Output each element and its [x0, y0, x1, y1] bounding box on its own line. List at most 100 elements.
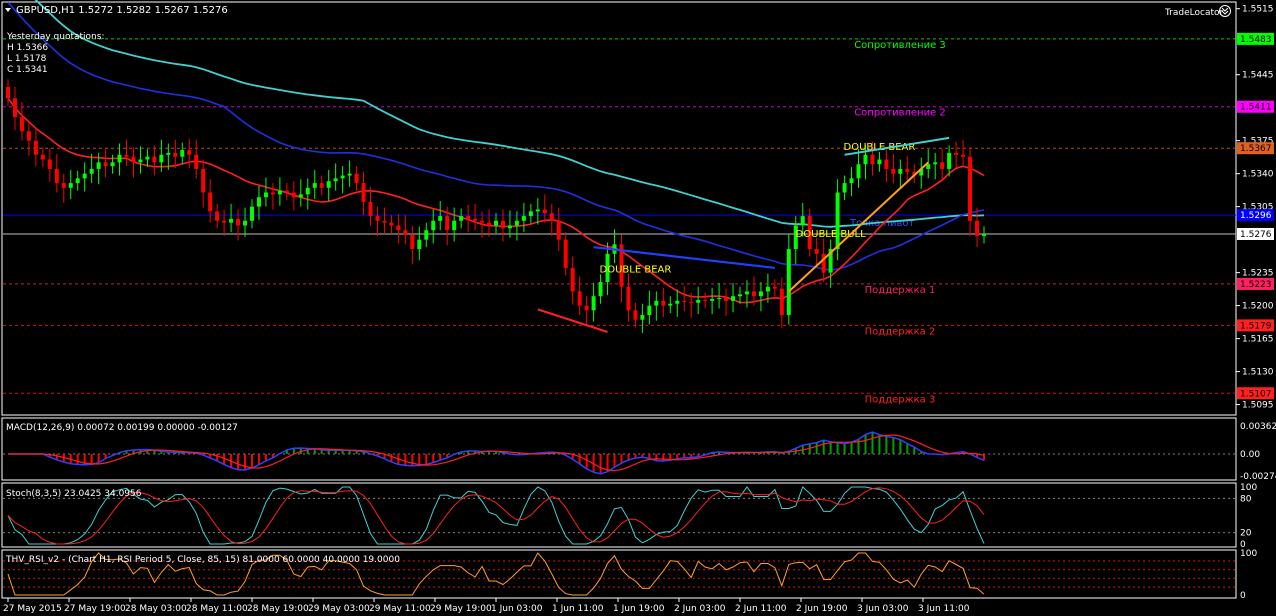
candle-body: [173, 152, 178, 157]
candle-body: [863, 154, 868, 165]
candle-body: [145, 156, 150, 160]
candle-body: [452, 220, 457, 231]
stoch-title: Stoch(8,3,5) 23.0425 34.0956: [6, 489, 142, 499]
candle-body: [26, 131, 31, 141]
candle-body: [361, 183, 366, 202]
candle-body: [466, 216, 471, 219]
price-tick-label: 1.5235: [1242, 269, 1274, 279]
candle-body: [744, 291, 749, 295]
level-tag-label: 1.5179: [1240, 321, 1272, 331]
time-tick-label: 27 May 19:00: [64, 604, 126, 614]
candle-body: [270, 192, 275, 195]
candle-body: [591, 296, 596, 311]
candle-body: [786, 249, 791, 316]
candle-body: [431, 220, 436, 231]
candle-body: [507, 225, 512, 229]
candle-body: [61, 183, 66, 188]
candle-body: [396, 225, 401, 231]
candle-body: [33, 140, 38, 155]
candle-body: [47, 159, 52, 169]
time-tick-label: 2 Jun 19:00: [796, 604, 848, 614]
candle-body: [243, 220, 248, 226]
time-tick-label: 27 May 2015: [3, 604, 62, 614]
candle-body: [842, 183, 847, 193]
candle-body: [236, 218, 241, 226]
candle-body: [347, 173, 352, 176]
candle-body: [445, 216, 450, 231]
candle-body: [521, 216, 526, 221]
candle-body: [703, 299, 708, 301]
stoch-tick-label: 80: [1240, 494, 1252, 504]
candle-body: [598, 282, 603, 297]
chevron-down-icon[interactable]: [5, 8, 11, 12]
candle-body: [410, 234, 415, 250]
candle-body: [758, 291, 763, 297]
candle-body: [710, 299, 715, 301]
candle-body: [717, 298, 722, 300]
candle-body: [159, 154, 164, 163]
rsi-tick-label: 0: [1240, 591, 1246, 601]
rsi-tick-label: 100: [1240, 549, 1257, 559]
candle-body: [982, 233, 986, 236]
candle-body: [166, 152, 171, 155]
candle-body: [89, 168, 94, 174]
candle-body: [940, 162, 945, 169]
candle-body: [528, 211, 533, 217]
candle-body: [563, 239, 568, 268]
candle-body: [326, 181, 331, 188]
candle-body: [898, 168, 903, 174]
time-tick-label: 2 Jun 11:00: [735, 604, 787, 614]
time-tick-label: 1 Jun 11:00: [552, 604, 604, 614]
rsi-title: THV_RSI_v2 - (Chart H1, RSI Period 5, Cl…: [5, 555, 400, 565]
candle-body: [424, 230, 429, 240]
time-tick-label: 29 May 03:00: [308, 604, 370, 614]
candle-body: [675, 300, 680, 304]
candle-body: [389, 222, 394, 226]
time-tick-label: 29 May 11:00: [369, 604, 431, 614]
candle-body: [884, 159, 889, 169]
candle-body: [215, 211, 220, 221]
candle-body: [75, 178, 80, 184]
yesterday-low: L 1.5178: [7, 54, 47, 64]
candle-body: [556, 220, 561, 240]
level-tag-label: 1.5483: [1240, 35, 1272, 45]
yesterday-title: Yesterday quotations:: [6, 32, 104, 42]
candle-body: [333, 178, 338, 182]
candle-body: [208, 192, 213, 212]
macd-tick-label: -0.00274: [1240, 472, 1276, 482]
time-tick-label: 28 May 19:00: [247, 604, 309, 614]
candle-body: [82, 173, 87, 179]
candle-body: [975, 220, 980, 236]
candle-body: [473, 218, 478, 221]
candle-body: [487, 222, 492, 226]
chart-canvas[interactable]: Сопротивление 3 Сопротивление 2 Поддержка …: [0, 0, 1276, 616]
level-tag-label: 1.5367: [1240, 144, 1272, 154]
candle-body: [682, 300, 687, 302]
time-tick-label: 1 Jun 03:00: [491, 604, 543, 614]
candle-body: [500, 220, 505, 229]
level-label: Сопротивление 2: [854, 108, 946, 119]
level-label: Поддержка 3: [865, 394, 936, 405]
candle-body: [131, 156, 136, 163]
candle-body: [438, 216, 443, 221]
candle-body: [947, 152, 952, 169]
candle-body: [751, 291, 756, 297]
candle-body: [954, 152, 959, 155]
candle-body: [542, 209, 547, 214]
candle-body: [103, 162, 108, 167]
level-tag-label: 1.5223: [1240, 280, 1272, 290]
candle-body: [6, 86, 10, 99]
candle-body: [849, 178, 854, 184]
time-tick-label: 28 May 11:00: [186, 604, 248, 614]
time-axis: 27 May 2015 27 May 19:00 28 May 03:00 28 Ma…: [3, 598, 970, 614]
yesterday-high: H 1.5366: [7, 43, 48, 53]
price-axis: 1.55151.54451.53751.53401.53051.52351.52…: [1236, 5, 1274, 411]
candle-body: [905, 168, 910, 172]
candle-body: [312, 183, 317, 188]
candle-body: [180, 150, 185, 157]
candle-body: [877, 159, 882, 165]
candle-body: [187, 150, 192, 155]
candle-body: [277, 190, 282, 195]
candle-body: [263, 192, 268, 198]
candle-body: [856, 164, 861, 179]
